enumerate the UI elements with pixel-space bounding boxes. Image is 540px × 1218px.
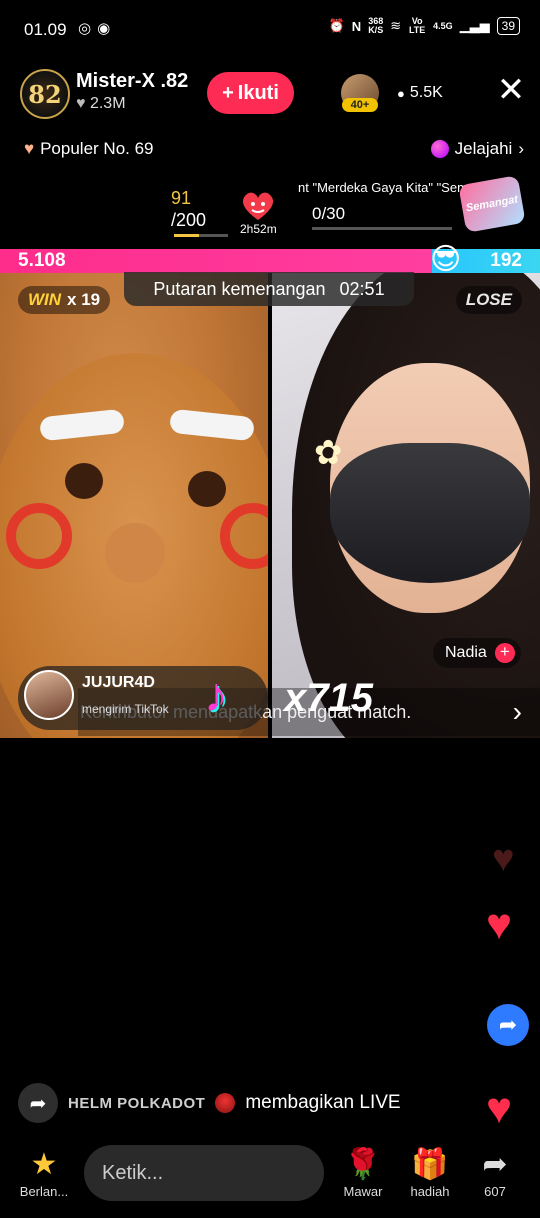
instagram-icon: ◎: [78, 20, 92, 37]
explore-dot-icon: [430, 140, 449, 158]
status-time: 01.09: [24, 20, 67, 39]
helmet-icon: [215, 1093, 236, 1113]
share-icon: ➦: [18, 1083, 58, 1123]
signal-icon: ▁▃▅: [459, 18, 490, 33]
star-button[interactable]: ★ Berlan...: [14, 1146, 74, 1199]
lose-badge: LOSE: [455, 286, 522, 314]
opponent-video-pane[interactable]: ✿: [272, 273, 540, 738]
wifi-icon: ≋: [390, 18, 402, 33]
explore-button[interactable]: Jelajahi ›: [430, 139, 524, 159]
star-label: Berlan...: [19, 1184, 69, 1199]
share-icon[interactable]: ➦: [487, 1004, 529, 1046]
gift-sender-name: JUJUR4D: [82, 674, 155, 691]
rose-icon: 🌹: [344, 1148, 382, 1181]
goal-total: /200: [171, 210, 207, 230]
floating-heart-icon: ♥: [486, 900, 513, 949]
gift-action: mengirim TikTok: [82, 702, 169, 716]
comment-input[interactable]: Ketik...: [84, 1145, 324, 1201]
host-avatar[interactable]: 82: [20, 69, 70, 119]
battery-icon: 39: [496, 17, 520, 35]
round-time: 02:51: [339, 278, 385, 299]
left-brow: [38, 408, 126, 442]
right-eye: [188, 471, 226, 507]
left-cheek: [6, 503, 72, 569]
win-streak: x 19: [67, 290, 101, 309]
floating-heart-icon: ♥: [492, 838, 515, 880]
goal-second-bar: [312, 227, 452, 230]
share-notification: ➦ HELM POLKADOT membagikan LIVE: [18, 1083, 401, 1123]
share-text: membagikan LIVE: [245, 1092, 401, 1113]
close-icon[interactable]: ✕: [494, 73, 528, 109]
heart-gift-icon[interactable]: [240, 190, 276, 222]
win-badge: WIN x 19: [18, 286, 111, 314]
goal-timer: 2h52m: [240, 222, 277, 236]
right-score: 192: [490, 250, 522, 271]
net-speed: 368 K/S: [368, 17, 383, 35]
status-right-icons: ⏰ N 368 K/S ≋ Vo LTE 4.5G ▁▃▅ 39: [329, 17, 520, 35]
net-speed-unit: K/S: [368, 25, 384, 35]
goal-marquee-text: nt "Merdeka Gaya Kita" "Semangat: [298, 180, 466, 195]
follow-button[interactable]: + Ikuti: [207, 72, 294, 114]
plus-icon: +: [222, 81, 234, 104]
goal-progress-bar: [174, 234, 228, 237]
viewer-rank-badge: 40+: [342, 98, 378, 112]
tiktok-gift-icon: ♪: [204, 669, 228, 722]
heart-icon: ♥: [76, 95, 86, 112]
rose-label: Mawar: [343, 1184, 383, 1199]
popular-rank[interactable]: ♥ Populer No. 69: [24, 139, 154, 159]
gift-label: hadiah: [410, 1184, 450, 1199]
volte-label: Vo LTE: [408, 16, 426, 35]
host-name[interactable]: Mister-X .82: [76, 70, 188, 93]
gift-sender-avatar[interactable]: [24, 670, 74, 720]
person-icon: ●: [397, 85, 405, 101]
share-icon: ➦: [482, 1148, 508, 1181]
star-icon: ★: [30, 1148, 58, 1181]
round-timer-pill: Putaran kemenangan 02:51: [124, 272, 414, 306]
viewer-count-value: 5.5K: [409, 84, 443, 101]
win-label: WIN: [28, 290, 62, 309]
flower-icon: ✿: [314, 434, 343, 472]
opponent-name-tag[interactable]: Nadia +: [433, 638, 521, 668]
popular-label: Populer No. 69: [40, 139, 154, 158]
rose-button[interactable]: 🌹 Mawar: [333, 1146, 393, 1199]
goal-progress-text: 0/30: [312, 204, 346, 223]
signal-label: 4.5G: [433, 20, 453, 31]
host-likes: ♥ 2.3M: [76, 95, 126, 113]
host-likes-count: 2.3M: [89, 95, 126, 112]
follow-label: Ikuti: [237, 81, 279, 104]
cool-face-icon: 😎: [430, 243, 462, 276]
round-label: Putaran kemenangan: [153, 278, 326, 299]
viewer-count[interactable]: ● 5.5K: [397, 84, 443, 102]
gift-icon: 🎁: [411, 1148, 449, 1181]
goal-progress-fill: [174, 234, 199, 237]
share-user: HELM POLKADOT: [68, 1094, 206, 1112]
gift-count: x715: [284, 676, 373, 720]
alarm-icon: ⏰: [328, 18, 345, 33]
left-score: 5.108: [18, 250, 66, 271]
explore-label: Jelajahi: [454, 139, 513, 158]
like-heart-icon[interactable]: ♥: [486, 1084, 512, 1134]
status-left-icons: ◎ ◉: [78, 19, 110, 37]
heart-icon: ♥: [24, 139, 35, 158]
follow-opponent-icon[interactable]: +: [494, 643, 515, 663]
goal-current: 91: [171, 188, 192, 208]
nfc-icon: N: [351, 18, 362, 34]
chrome-icon: ◉: [97, 20, 111, 37]
right-cheek: [220, 503, 268, 569]
right-brow: [168, 408, 256, 442]
share-button[interactable]: ➦ 607: [465, 1146, 525, 1199]
face-mask-shape: [330, 443, 530, 583]
share-count: 607: [484, 1184, 506, 1199]
left-eye: [65, 463, 103, 499]
semangat-sticker[interactable]: Semangat: [458, 175, 526, 233]
chevron-right-icon: ›: [518, 139, 524, 158]
chevron-right-icon[interactable]: ›: [513, 696, 522, 728]
gift-button[interactable]: 🎁 hadiah: [400, 1146, 460, 1199]
cookie-nose: [105, 523, 165, 583]
opponent-name: Nadia: [445, 644, 487, 661]
